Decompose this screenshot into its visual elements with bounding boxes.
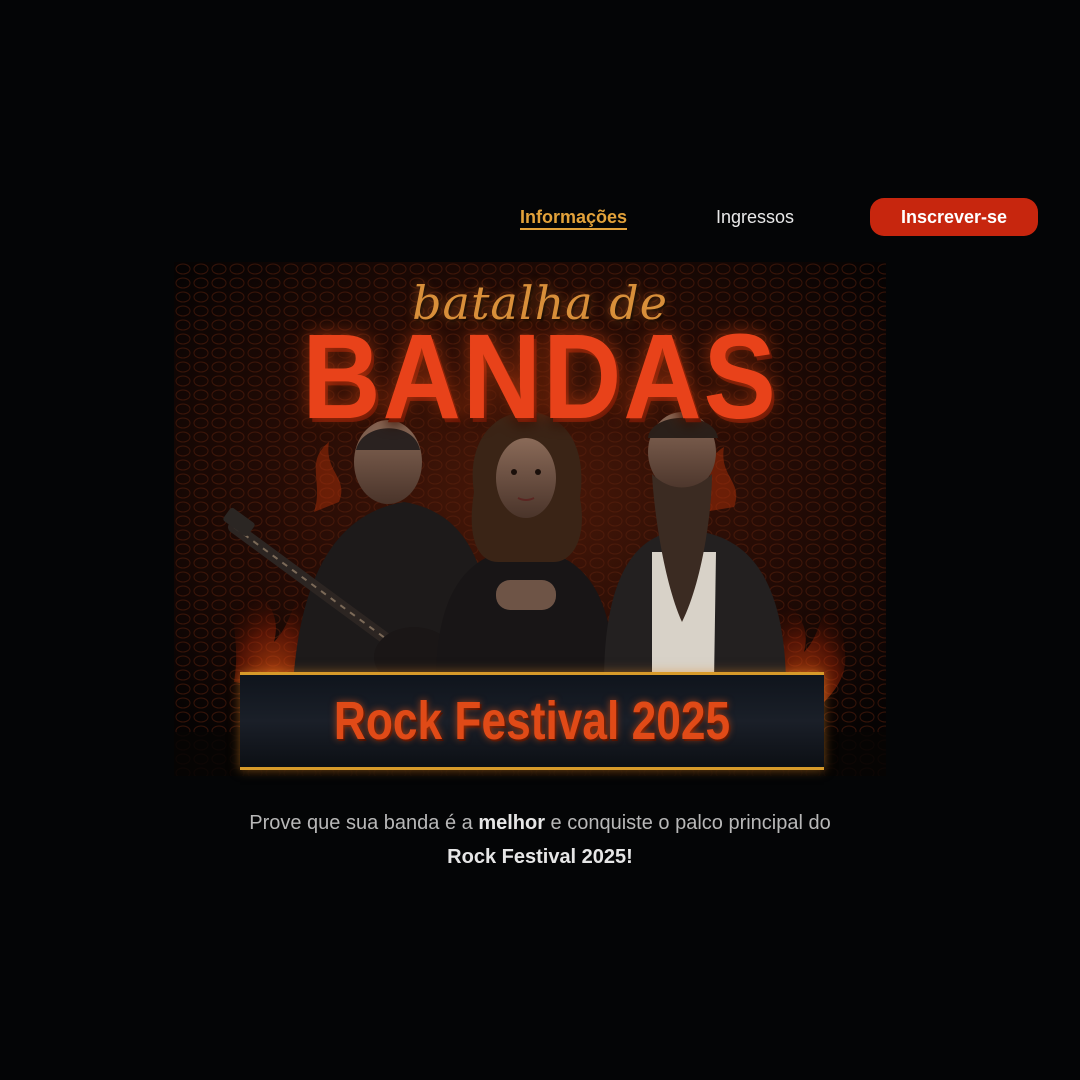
description-text-1: Prove que sua banda é a xyxy=(249,812,479,834)
description-highlight-festival: Rock Festival 2025! xyxy=(447,846,633,868)
event-description: Prove que sua banda é a melhor e conquis… xyxy=(140,806,940,874)
signup-button[interactable]: Inscrever-se xyxy=(870,198,1038,236)
nav-link-informacoes-label: Informações xyxy=(520,207,628,230)
page: Informações Ingressos Inscrever-se batal… xyxy=(0,0,1080,1080)
top-nav: Informações Ingressos Inscrever-se xyxy=(0,198,1080,238)
description-highlight-melhor: melhor xyxy=(478,812,545,834)
banner-headline: BANDAS xyxy=(302,309,778,445)
festival-plaque: Rock Festival 2025 xyxy=(240,672,824,770)
nav-link-ingressos[interactable]: Ingressos xyxy=(716,198,794,236)
description-text-2: e conquiste o palco principal do xyxy=(545,812,831,834)
festival-label: Rock Festival 2025 xyxy=(333,691,731,751)
nav-link-informacoes[interactable]: Informações xyxy=(520,198,628,236)
